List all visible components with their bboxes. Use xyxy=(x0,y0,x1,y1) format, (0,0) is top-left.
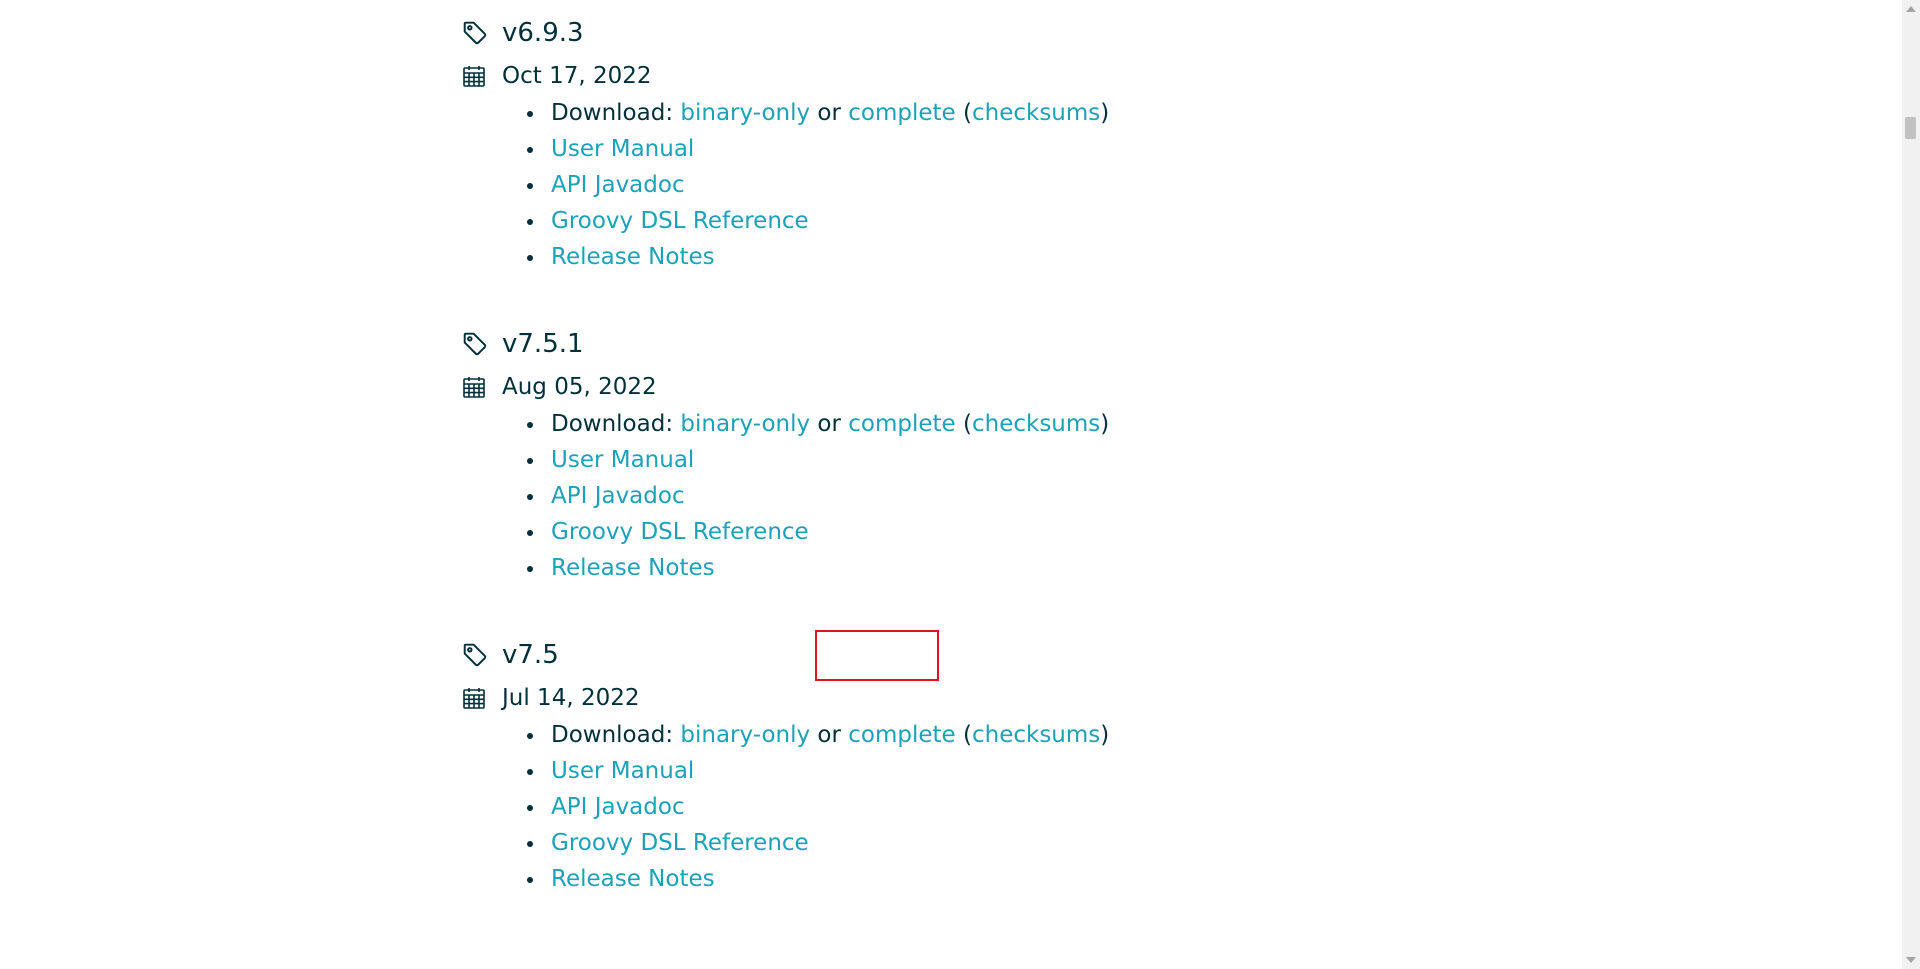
checksums-link[interactable]: checksums xyxy=(972,411,1100,437)
version-title: v7.5 xyxy=(502,640,559,670)
or-text: or xyxy=(817,722,841,748)
api-javadoc-item: API Javadoc xyxy=(522,478,1109,514)
tag-icon xyxy=(463,643,487,667)
scrollbar-thumb[interactable] xyxy=(1905,117,1916,139)
binary-only-link[interactable]: binary-only xyxy=(680,100,810,126)
release-date-row: Jul 14, 2022 xyxy=(462,681,639,715)
paren-close: ) xyxy=(1100,722,1110,748)
download-label: Download: xyxy=(551,100,674,126)
release-section: v6.9.3 Oct 17, 2022 Download: binary-onl… xyxy=(462,15,1462,326)
release-section: v7.5.1 Aug 05, 2022 Download: binary-onl… xyxy=(462,326,1462,637)
calendar-icon xyxy=(463,688,485,709)
groovy-dsl-link[interactable]: Groovy DSL Reference xyxy=(551,208,809,234)
user-manual-item: User Manual xyxy=(522,442,1109,478)
complete-link[interactable]: complete xyxy=(848,411,955,437)
download-item: Download: binary-only or complete (check… xyxy=(522,406,1109,442)
tag-icon xyxy=(463,332,487,356)
release-notes-item: Release Notes xyxy=(522,239,1109,275)
binary-only-link[interactable]: binary-only xyxy=(680,722,810,748)
release-section: v7.6 Nov 25, 2022 Download: binary-only … xyxy=(462,0,1462,15)
user-manual-item: User Manual xyxy=(522,753,1109,789)
complete-link[interactable]: complete xyxy=(848,722,955,748)
api-javadoc-item: API Javadoc xyxy=(522,789,1109,825)
api-javadoc-link[interactable]: API Javadoc xyxy=(551,483,685,509)
api-javadoc-link[interactable]: API Javadoc xyxy=(551,794,685,820)
release-section: v7.5 Jul 14, 2022 Download: binary-only … xyxy=(462,637,1462,948)
release-notes-link[interactable]: Release Notes xyxy=(551,866,715,892)
api-javadoc-link[interactable]: API Javadoc xyxy=(551,172,685,198)
version-heading-row: v7.5.1 xyxy=(462,326,584,362)
release-links: Download: binary-only or complete (check… xyxy=(522,406,1109,586)
release-date-row: Oct 17, 2022 xyxy=(462,59,652,93)
download-item: Download: binary-only or complete (check… xyxy=(522,717,1109,753)
release-date: Jul 14, 2022 xyxy=(502,685,640,711)
release-date-row: Aug 05, 2022 xyxy=(462,370,657,404)
paren-open: ( xyxy=(963,100,972,126)
version-title: v6.9.3 xyxy=(502,18,584,48)
vertical-scrollbar[interactable] xyxy=(1902,0,1920,969)
version-title: v7.5.1 xyxy=(502,329,584,359)
paren-open: ( xyxy=(963,411,972,437)
groovy-dsl-link[interactable]: Groovy DSL Reference xyxy=(551,830,809,856)
scroll-up-arrow-icon[interactable] xyxy=(1906,6,1916,12)
user-manual-link[interactable]: User Manual xyxy=(551,758,694,784)
download-label: Download: xyxy=(551,722,674,748)
api-javadoc-item: API Javadoc xyxy=(522,167,1109,203)
calendar-icon xyxy=(463,66,485,87)
tag-icon xyxy=(463,21,487,45)
groovy-dsl-item: Groovy DSL Reference xyxy=(522,825,1109,861)
calendar-icon xyxy=(463,377,485,398)
download-label: Download: xyxy=(551,411,674,437)
scroll-down-arrow-icon[interactable] xyxy=(1906,957,1916,963)
release-links: Download: binary-only or complete (check… xyxy=(522,717,1109,897)
groovy-dsl-item: Groovy DSL Reference xyxy=(522,514,1109,550)
or-text: or xyxy=(817,100,841,126)
checksums-link[interactable]: checksums xyxy=(972,722,1100,748)
paren-open: ( xyxy=(963,722,972,748)
release-notes-link[interactable]: Release Notes xyxy=(551,244,715,270)
version-heading-row: v7.5 xyxy=(462,637,559,673)
highlight-box xyxy=(815,630,939,681)
download-item: Download: binary-only or complete (check… xyxy=(522,95,1109,131)
user-manual-link[interactable]: User Manual xyxy=(551,136,694,162)
user-manual-link[interactable]: User Manual xyxy=(551,447,694,473)
release-date: Oct 17, 2022 xyxy=(502,63,652,89)
groovy-dsl-link[interactable]: Groovy DSL Reference xyxy=(551,519,809,545)
groovy-dsl-item: Groovy DSL Reference xyxy=(522,203,1109,239)
release-notes-item: Release Notes xyxy=(522,550,1109,586)
version-heading-row: v6.9.3 xyxy=(462,15,584,51)
complete-link[interactable]: complete xyxy=(848,100,955,126)
releases-list: v7.6 Nov 25, 2022 Download: binary-only … xyxy=(462,0,1462,948)
binary-only-link[interactable]: binary-only xyxy=(680,411,810,437)
release-links: Download: binary-only or complete (check… xyxy=(522,95,1109,275)
checksums-link[interactable]: checksums xyxy=(972,100,1100,126)
paren-close: ) xyxy=(1100,411,1110,437)
paren-close: ) xyxy=(1100,100,1110,126)
user-manual-item: User Manual xyxy=(522,131,1109,167)
release-notes-link[interactable]: Release Notes xyxy=(551,555,715,581)
or-text: or xyxy=(817,411,841,437)
release-date: Aug 05, 2022 xyxy=(502,374,657,400)
release-notes-item: Release Notes xyxy=(522,861,1109,897)
